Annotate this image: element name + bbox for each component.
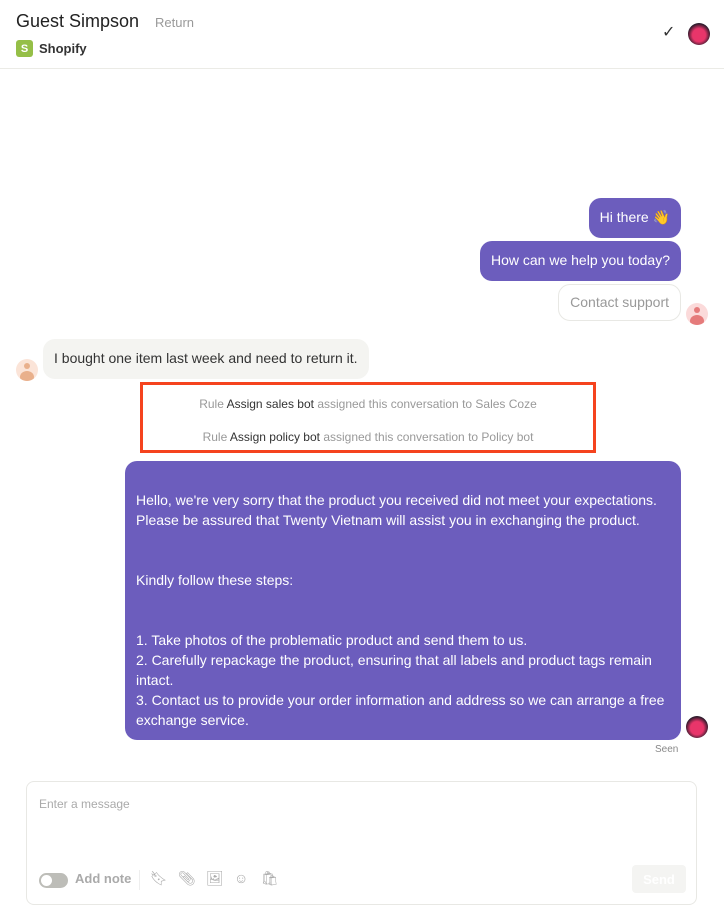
attachment-icon[interactable]: 📎︎ [178,870,196,887]
message-question: How can we help you today? [480,241,681,281]
add-note-toggle[interactable] [39,873,68,888]
contact-name: Guest Simpson [16,11,140,31]
image-icon[interactable]: 🖼︎ [206,870,224,887]
agent-avatar[interactable] [688,23,710,45]
bookmark-icon[interactable]: 🔖︎ [150,870,168,887]
message-greeting: Hi there 👋 [588,198,681,238]
divider [139,870,140,890]
channel-label: Shopify [39,41,87,56]
check-icon[interactable]: ✓ [662,22,675,42]
channel-source: S Shopify [16,40,87,57]
bot-avatar [686,303,708,325]
message-input[interactable]: Enter a message [39,797,130,811]
customer-avatar [16,359,38,381]
rule-event: Rule Assign sales bot assigned this conv… [199,397,537,411]
agent-avatar [686,716,708,738]
seen-status: Seen [655,744,679,755]
rule-events-highlight: Rule Assign sales bot assigned this conv… [140,382,596,453]
emoji-icon[interactable]: ☺ [234,870,248,886]
reply-paragraph: 1. Take photos of the problematic produc… [136,632,665,728]
add-note-label: Add note [75,871,132,886]
quick-reply-contact-support[interactable]: Contact support [558,284,681,321]
shopify-icon: S [16,40,33,57]
conversation-header: Guest Simpson Return S Shopify ✓ [0,0,724,69]
message-customer: I bought one item last week and need to … [43,339,369,379]
message-reply: Hello, we're very sorry that the product… [125,461,681,808]
reply-paragraph: Kindly follow these steps: [136,572,294,588]
rule-event: Rule Assign policy bot assigned this con… [202,430,534,444]
shopify-icon[interactable]: 🛍︎ [261,870,279,887]
message-composer[interactable]: Enter a message Add note 🔖︎ 📎︎ 🖼︎ ☺ 🛍︎ S… [26,781,697,905]
reply-paragraph: Hello, we're very sorry that the product… [136,492,657,528]
send-button[interactable]: Send [632,865,686,893]
conversation-tag[interactable]: Return [155,15,194,30]
